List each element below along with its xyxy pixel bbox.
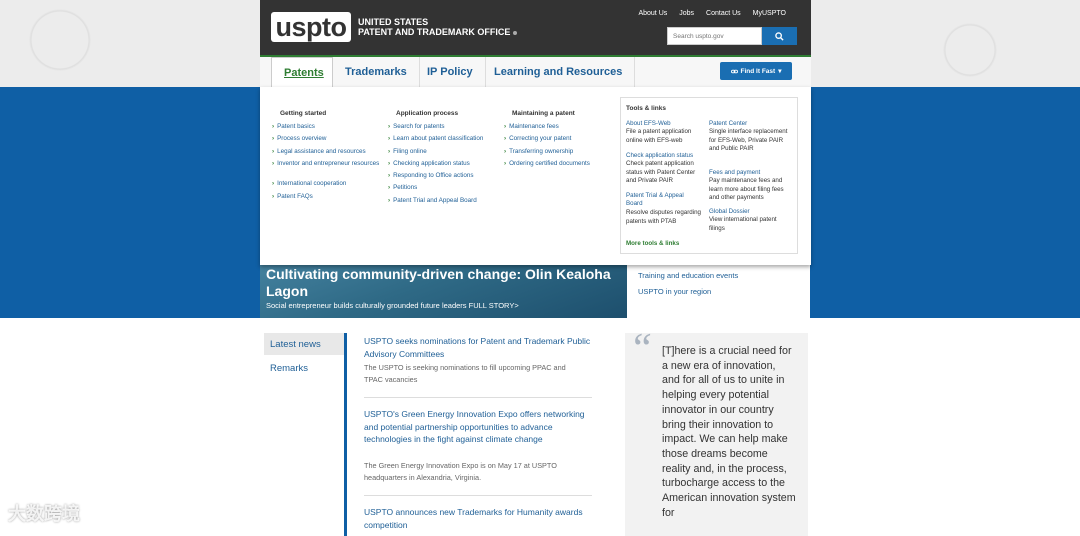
- link-icon: [730, 69, 738, 73]
- chevron-right-icon: ›: [388, 172, 391, 179]
- menu-link[interactable]: › Patent basics: [272, 123, 315, 131]
- quote-text: [T]here is a crucial need for a new era …: [662, 345, 796, 519]
- menu-link[interactable]: › Inventor and entrepreneur resources: [272, 160, 380, 168]
- find-it-fast-label: Find It Fast: [740, 67, 776, 75]
- chevron-right-icon: ›: [388, 160, 391, 167]
- chevron-right-icon: ›: [504, 135, 507, 142]
- registered-dot-icon: [513, 30, 518, 35]
- menu-link[interactable]: › Correcting your patent: [504, 135, 571, 143]
- utility-nav: About Us Jobs Contact Us MyUSPTO: [638, 10, 786, 17]
- util-link-jobs[interactable]: Jobs: [679, 10, 694, 17]
- chevron-right-icon: ›: [272, 148, 275, 155]
- menu-link[interactable]: › Filing online: [388, 148, 427, 156]
- chevron-right-icon: ›: [504, 160, 507, 167]
- menu-link[interactable]: › International cooperation: [272, 180, 346, 188]
- tools-heading: Tools & links: [626, 105, 666, 112]
- tool-link[interactable]: Global Dossier: [709, 208, 791, 216]
- tab-trademarks[interactable]: Trademarks: [333, 57, 420, 88]
- find-it-fast-button[interactable]: Find It Fast ▾: [720, 62, 792, 80]
- tab-latest-news[interactable]: Latest news: [270, 339, 321, 350]
- col-heading-application-process: Application process: [396, 110, 459, 117]
- agency-line-2: PATENT AND TRADEMARK OFFICE: [358, 27, 518, 37]
- tool-link[interactable]: Fees and payment: [709, 169, 791, 177]
- chevron-right-icon: ›: [504, 123, 507, 130]
- hero-title[interactable]: Cultivating community-driven change: Oli…: [266, 266, 616, 300]
- news-headline[interactable]: USPTO seeks nominations for Patent and T…: [364, 335, 594, 360]
- news-description: The USPTO is seeking nominations to fill…: [364, 363, 566, 384]
- quote-mark-icon: “: [629, 326, 653, 372]
- menu-link[interactable]: › Search for patents: [388, 123, 445, 131]
- util-link-about[interactable]: About Us: [638, 10, 667, 17]
- search-bar: [667, 27, 797, 45]
- more-tools-link[interactable]: More tools & links: [626, 240, 679, 248]
- tool-desc: Check patent application status with Pat…: [626, 160, 696, 184]
- menu-link[interactable]: › Petitions: [388, 184, 417, 192]
- hero-subtitle[interactable]: Social entrepreneur builds culturally gr…: [266, 301, 519, 310]
- tool-desc: Pay maintenance fees and learn more abou…: [709, 177, 784, 201]
- tab-ip-policy[interactable]: IP Policy: [415, 57, 486, 88]
- search-input[interactable]: [667, 27, 762, 45]
- tab-learning-resources[interactable]: Learning and Resources: [482, 57, 636, 88]
- col-heading-maintaining: Maintaining a patent: [512, 110, 575, 117]
- chevron-right-icon: ›: [388, 148, 391, 155]
- news-headline[interactable]: USPTO's Green Energy Innovation Expo off…: [364, 408, 594, 446]
- tool-link[interactable]: About EFS-Web: [626, 120, 704, 128]
- news-headline[interactable]: USPTO announces new Trademarks for Human…: [364, 506, 594, 531]
- chevron-right-icon: ›: [504, 148, 507, 155]
- menu-link[interactable]: › Process overview: [272, 135, 326, 143]
- tool-desc: View international patent filings: [709, 216, 777, 232]
- menu-link[interactable]: › Patent FAQs: [272, 193, 313, 201]
- watermark: 大数跨境: [8, 504, 80, 524]
- chevron-right-icon: ›: [272, 180, 275, 187]
- side-link-training[interactable]: Training and education events: [638, 271, 738, 280]
- tab-patents[interactable]: Patents: [271, 57, 333, 89]
- chevron-right-icon: ›: [272, 123, 275, 130]
- caret-down-icon: ▾: [778, 68, 782, 75]
- search-button[interactable]: [762, 27, 797, 45]
- search-icon: [775, 31, 784, 41]
- news-separator: [364, 495, 592, 496]
- col-heading-getting-started: Getting started: [280, 110, 327, 117]
- chevron-right-icon: ›: [272, 135, 275, 142]
- util-link-contact[interactable]: Contact Us: [706, 10, 741, 17]
- tab-remarks[interactable]: Remarks: [270, 363, 308, 374]
- chevron-right-icon: ›: [388, 197, 391, 204]
- tool-link[interactable]: Patent Trial & Appeal Board: [626, 192, 698, 208]
- menu-link[interactable]: › Patent Trial and Appeal Board: [388, 197, 477, 205]
- side-link-region[interactable]: USPTO in your region: [638, 287, 711, 296]
- menu-link[interactable]: › Maintenance fees: [504, 123, 559, 131]
- news-separator: [364, 397, 592, 398]
- news-description: The Green Energy Innovation Expo is on M…: [364, 461, 557, 482]
- uspto-logo[interactable]: uspto: [271, 12, 351, 42]
- tool-link[interactable]: Patent Center: [709, 120, 791, 128]
- util-link-myuspto[interactable]: MyUSPTO: [753, 10, 786, 17]
- menu-link[interactable]: › Legal assistance and resources: [272, 148, 366, 156]
- menu-link[interactable]: › Responding to Office actions: [388, 172, 474, 180]
- agency-line-1: UNITED STATES: [358, 17, 429, 27]
- menu-link[interactable]: › Learn about patent classification: [388, 135, 483, 143]
- menu-link[interactable]: › Ordering certified documents: [504, 160, 590, 168]
- chevron-right-icon: ›: [388, 135, 391, 142]
- tool-desc: Single interface replacement for EFS-Web…: [709, 128, 788, 152]
- chevron-right-icon: ›: [388, 184, 391, 191]
- tool-link[interactable]: Check application status: [626, 152, 704, 160]
- news-divider: [344, 333, 347, 536]
- chevron-right-icon: ›: [388, 123, 391, 130]
- chevron-right-icon: ›: [272, 160, 275, 167]
- chevron-right-icon: ›: [272, 193, 275, 200]
- tool-desc: Resolve disputes regarding patents with …: [626, 209, 701, 225]
- tool-desc: File a patent application online with EF…: [626, 128, 692, 144]
- agency-name: UNITED STATES PATENT AND TRADEMARK OFFIC…: [358, 17, 518, 37]
- menu-link[interactable]: › Checking application status: [388, 160, 470, 168]
- menu-link[interactable]: › Transferring ownership: [504, 148, 573, 156]
